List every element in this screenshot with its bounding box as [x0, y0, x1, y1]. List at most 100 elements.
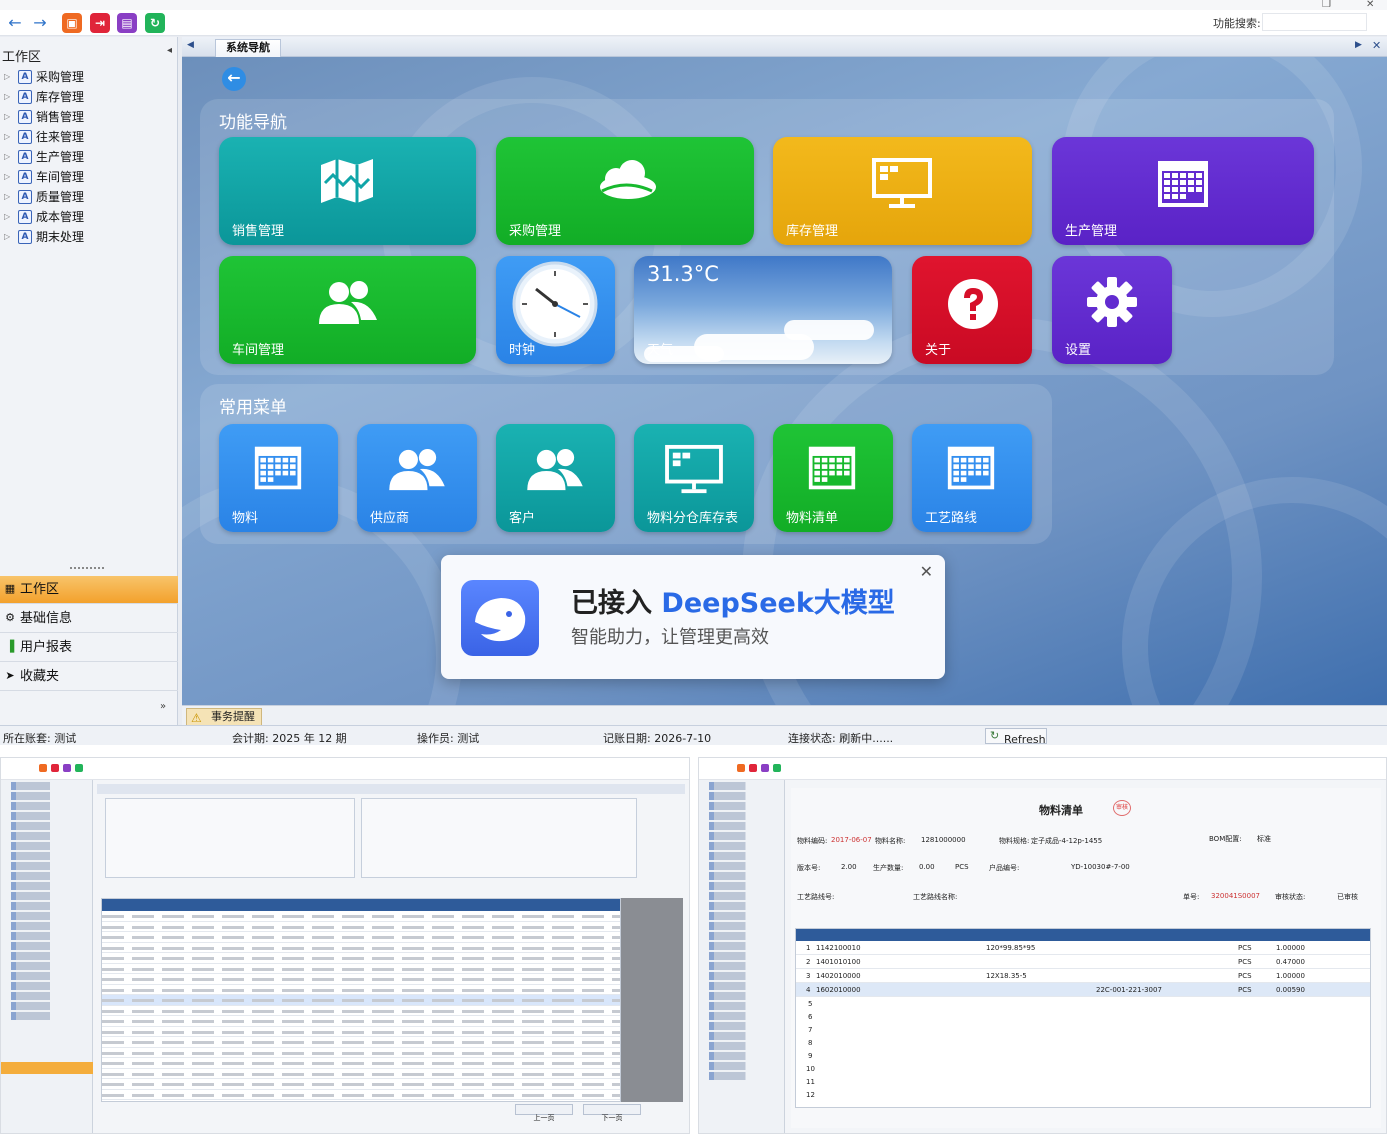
table-row[interactable]: 9	[796, 1049, 1370, 1062]
cell: 1142100010	[816, 944, 861, 952]
expand-icon[interactable]: ▷	[4, 67, 10, 87]
tile-warehouse-stock[interactable]: 物料分仓库存表	[634, 424, 754, 532]
tile-supplier[interactable]: 供应商	[357, 424, 477, 532]
thumb-next-page-button[interactable]: 下一页	[583, 1104, 641, 1122]
document-tab-strip: ◀ 系统导航 ▶ ✕	[182, 37, 1387, 57]
accordion-workspace[interactable]: ▦ 工作区	[0, 576, 178, 604]
status-operator: 操作员: 测试	[417, 732, 480, 745]
back-button[interactable]: ←	[222, 67, 246, 91]
tile-about[interactable]: 关于	[912, 256, 1032, 364]
tab-close-icon[interactable]: ✕	[1372, 39, 1381, 52]
expand-more-icon[interactable]: »	[160, 701, 166, 712]
expand-icon[interactable]: ▷	[4, 147, 10, 167]
field-value: 0.00	[919, 863, 935, 871]
refresh-icon[interactable]: ↻	[145, 13, 165, 33]
table-row[interactable]: 3 1402010000 12X18.35-5 PCS 1.00000	[796, 969, 1370, 983]
tab-scroll-left-icon[interactable]: ◀	[187, 40, 194, 50]
cell: 7	[808, 1026, 813, 1034]
cell: 120*99.85*95	[986, 944, 1036, 952]
logout-icon[interactable]: ⇥	[90, 13, 110, 33]
tile-production[interactable]: 生产管理	[1052, 137, 1314, 245]
sidebar-splitter[interactable]	[70, 567, 104, 571]
expand-icon[interactable]: ▷	[4, 167, 10, 187]
collapse-sidebar-icon[interactable]: ◂	[167, 45, 172, 56]
tile-inventory[interactable]: 库存管理	[773, 137, 1032, 245]
accordion-user-reports[interactable]: ▐ 用户报表	[0, 634, 178, 662]
cell: PCS	[1238, 972, 1252, 980]
table-row[interactable]: 11	[796, 1075, 1370, 1088]
expand-icon[interactable]: ▷	[4, 87, 10, 107]
tree-item-purchase[interactable]: ▷ A 采购管理	[0, 67, 178, 87]
table-row[interactable]: 7	[796, 1023, 1370, 1036]
table-row[interactable]: 8	[796, 1036, 1370, 1049]
tile-weather[interactable]: 31.3°C 天气	[634, 256, 892, 364]
cell: 1401010100	[816, 958, 861, 966]
field-value: 320041S0007	[1211, 892, 1260, 900]
tree-item-quality[interactable]: ▷ A 质量管理	[0, 187, 178, 207]
clock-icon	[512, 261, 598, 347]
tile-bom[interactable]: 物料清单	[773, 424, 893, 532]
table-row[interactable]: 10	[796, 1062, 1370, 1075]
expand-icon[interactable]: ▷	[4, 207, 10, 227]
refresh-button[interactable]: ↻ Refresh	[985, 728, 1047, 745]
message-icon[interactable]: ▤	[117, 13, 137, 33]
expand-icon[interactable]: ▷	[4, 107, 10, 127]
tile-workshop[interactable]: 车间管理	[219, 256, 476, 364]
cell: 12X18.35-5	[986, 972, 1027, 980]
accordion-basic-info[interactable]: ⚙ 基础信息	[0, 605, 178, 633]
cell: 0.00590	[1276, 986, 1305, 994]
table-row[interactable]: 1 1142100010 120*99.85*95 PCS 1.00000	[796, 941, 1370, 955]
field-label: 单号:	[1183, 893, 1200, 901]
field-label: 物料规格:	[999, 837, 1030, 845]
deepseek-title: 已接入 DeepSeek大模型	[571, 581, 895, 620]
tile-purchase[interactable]: 采购管理	[496, 137, 754, 245]
tree-item-period-end[interactable]: ▷ A 期末处理	[0, 227, 178, 247]
expand-icon[interactable]: ▷	[4, 187, 10, 207]
expand-icon[interactable]: ▷	[4, 127, 10, 147]
module-icon: A	[18, 130, 32, 144]
close-banner-icon[interactable]: ✕	[920, 562, 933, 581]
tree-item-inventory[interactable]: ▷ A 库存管理	[0, 87, 178, 107]
tile-sales[interactable]: 销售管理	[219, 137, 476, 245]
table-row[interactable]: 4 1602010000 22C-001-221-3007 PCS 0.0059…	[796, 983, 1370, 997]
tree-item-production[interactable]: ▷ A 生产管理	[0, 147, 178, 167]
close-window-icon[interactable]: ✕	[1366, 0, 1374, 10]
tab-scroll-right-icon[interactable]: ▶	[1355, 40, 1362, 50]
field-value: 定子成品-4-12p-1455	[1031, 837, 1103, 845]
accordion-favorites[interactable]: ➤ 收藏夹	[0, 663, 178, 691]
field-value: 2017-06-07	[831, 836, 872, 844]
users-icon	[389, 448, 445, 491]
module-icon: A	[18, 210, 32, 224]
function-nav-title: 功能导航	[219, 113, 287, 133]
function-search-input[interactable]	[1262, 13, 1367, 31]
expand-icon[interactable]: ▷	[4, 227, 10, 247]
tree-item-cost[interactable]: ▷ A 成本管理	[0, 207, 178, 227]
table-row[interactable]: 2 1401010100 PCS 0.47000	[796, 955, 1370, 969]
tile-customer[interactable]: 客户	[496, 424, 615, 532]
tab-reminders[interactable]: ⚠ 事务提醒	[186, 708, 262, 726]
table-row[interactable]: 12	[796, 1088, 1370, 1101]
tile-label: 天气	[647, 343, 674, 358]
field-label: 版本号:	[797, 864, 821, 872]
tile-material[interactable]: 物料	[219, 424, 338, 532]
cell: 22C-001-221-3007	[1096, 986, 1162, 994]
tile-routing[interactable]: 工艺路线	[912, 424, 1032, 532]
lock-icon[interactable]: ▣	[62, 13, 82, 33]
forward-arrow-icon[interactable]: →	[30, 13, 50, 33]
restore-icon[interactable]: ❐	[1322, 0, 1331, 10]
tile-clock[interactable]: 时钟	[496, 256, 615, 364]
tab-system-nav[interactable]: 系统导航	[215, 39, 281, 57]
tile-label: 时钟	[509, 343, 536, 358]
tree-item-label: 生产管理	[36, 150, 85, 164]
tree-item-workshop[interactable]: ▷ A 车间管理	[0, 167, 178, 187]
table-row[interactable]: 6	[796, 1010, 1370, 1023]
table-row[interactable]: 5	[796, 997, 1370, 1010]
tree-item-label: 采购管理	[36, 70, 85, 84]
back-arrow-icon[interactable]: ←	[5, 13, 25, 33]
tile-settings[interactable]: 设置	[1052, 256, 1172, 364]
tree-item-sales[interactable]: ▷ A 销售管理	[0, 107, 178, 127]
tree-item-accounts[interactable]: ▷ A 往来管理	[0, 127, 178, 147]
pointer-icon: ➤	[5, 669, 15, 682]
main-window: ❐ ✕ ← → ▣ ⇥ ▤ ↻ 功能搜索: 工作区 ◂ ▷ A 采购管理 ▷ A 库存管…	[0, 0, 1387, 745]
thumb-prev-page-button[interactable]: 上一页	[515, 1104, 573, 1122]
